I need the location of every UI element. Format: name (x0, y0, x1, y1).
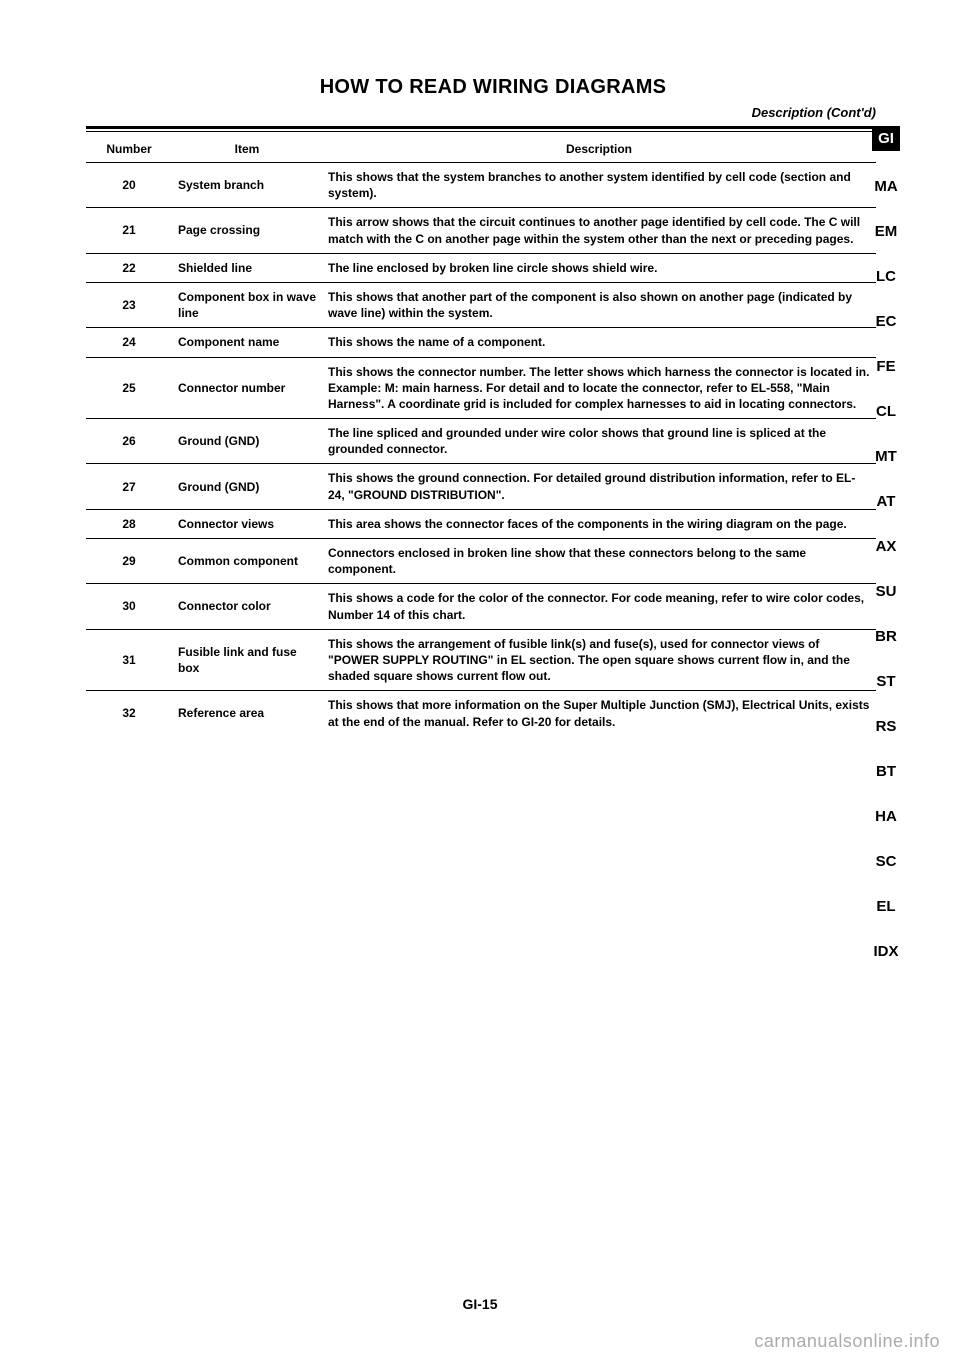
page-number: GI-15 (0, 1296, 960, 1312)
table-row: 24Component nameThis shows the name of a… (86, 328, 876, 357)
table-body: 20System branchThis shows that the syste… (86, 163, 876, 736)
divider-thick (86, 126, 876, 129)
section-tab-gi[interactable]: GI (872, 126, 900, 151)
section-tab-fe[interactable]: FE (872, 359, 900, 374)
cell-description: This arrow shows that the circuit contin… (322, 208, 876, 253)
cell-item: Fusible link and fuse box (172, 629, 322, 691)
page-title: HOW TO READ WIRING DIAGRAMS (86, 76, 900, 99)
cell-description: This shows the connector number. The let… (322, 357, 876, 419)
cell-description: The line spliced and grounded under wire… (322, 419, 876, 464)
cell-number: 27 (86, 464, 172, 509)
table-row: 21Page crossingThis arrow shows that the… (86, 208, 876, 253)
cell-description: This shows that more information on the … (322, 691, 876, 736)
cell-number: 21 (86, 208, 172, 253)
section-tab-idx[interactable]: IDX (872, 944, 900, 959)
col-header-number: Number (86, 136, 172, 163)
section-tab-ma[interactable]: MA (872, 179, 900, 194)
divider-thin (86, 131, 876, 132)
cell-description: This shows the arrangement of fusible li… (322, 629, 876, 691)
cell-number: 31 (86, 629, 172, 691)
table-row: 28Connector viewsThis area shows the con… (86, 509, 876, 538)
cell-description: The line enclosed by broken line circle … (322, 253, 876, 282)
section-tab-br[interactable]: BR (872, 629, 900, 644)
table-row: 30Connector colorThis shows a code for t… (86, 584, 876, 629)
description-table: Number Item Description 20System branchT… (86, 136, 876, 736)
cell-number: 20 (86, 163, 172, 208)
cell-number: 32 (86, 691, 172, 736)
cell-number: 28 (86, 509, 172, 538)
cell-item: Connector color (172, 584, 322, 629)
cell-item: Page crossing (172, 208, 322, 253)
cell-description: This shows the ground connection. For de… (322, 464, 876, 509)
table-row: 31Fusible link and fuse boxThis shows th… (86, 629, 876, 691)
section-tabs: GIMAEMLCECFECLMTATAXSUBRSTRSBTHASCELIDX (872, 130, 900, 989)
cell-item: Connector views (172, 509, 322, 538)
cell-number: 22 (86, 253, 172, 282)
section-tab-su[interactable]: SU (872, 584, 900, 599)
cell-number: 23 (86, 282, 172, 327)
table-row: 22Shielded lineThe line enclosed by brok… (86, 253, 876, 282)
cell-description: This shows that another part of the comp… (322, 282, 876, 327)
cell-description: Connectors enclosed in broken line show … (322, 539, 876, 584)
section-tab-mt[interactable]: MT (872, 449, 900, 464)
cell-description: This shows a code for the color of the c… (322, 584, 876, 629)
cell-item: Ground (GND) (172, 419, 322, 464)
section-tab-ha[interactable]: HA (872, 809, 900, 824)
table-row: 26Ground (GND)The line spliced and groun… (86, 419, 876, 464)
cell-item: Common component (172, 539, 322, 584)
cell-number: 29 (86, 539, 172, 584)
table-row: 29Common componentConnectors enclosed in… (86, 539, 876, 584)
cell-item: Component name (172, 328, 322, 357)
cell-item: Connector number (172, 357, 322, 419)
page-subtitle: Description (Cont'd) (86, 105, 876, 120)
col-header-item: Item (172, 136, 322, 163)
col-header-description: Description (322, 136, 876, 163)
cell-item: System branch (172, 163, 322, 208)
section-tab-st[interactable]: ST (872, 674, 900, 689)
cell-number: 26 (86, 419, 172, 464)
section-tab-at[interactable]: AT (872, 494, 900, 509)
section-tab-em[interactable]: EM (872, 224, 900, 239)
cell-number: 25 (86, 357, 172, 419)
cell-description: This shows the name of a component. (322, 328, 876, 357)
cell-description: This area shows the connector faces of t… (322, 509, 876, 538)
section-tab-ax[interactable]: AX (872, 539, 900, 554)
section-tab-rs[interactable]: RS (872, 719, 900, 734)
section-tab-el[interactable]: EL (872, 899, 900, 914)
section-tab-ec[interactable]: EC (872, 314, 900, 329)
table-row: 32Reference areaThis shows that more inf… (86, 691, 876, 736)
cell-item: Component box in wave line (172, 282, 322, 327)
table-row: 23Component box in wave lineThis shows t… (86, 282, 876, 327)
section-tab-bt[interactable]: BT (872, 764, 900, 779)
watermark: carmanualsonline.info (754, 1331, 940, 1352)
section-tab-sc[interactable]: SC (872, 854, 900, 869)
cell-number: 30 (86, 584, 172, 629)
document-page: HOW TO READ WIRING DIAGRAMS Description … (0, 0, 960, 1358)
section-tab-cl[interactable]: CL (872, 404, 900, 419)
cell-item: Reference area (172, 691, 322, 736)
cell-number: 24 (86, 328, 172, 357)
cell-description: This shows that the system branches to a… (322, 163, 876, 208)
section-tab-lc[interactable]: LC (872, 269, 900, 284)
cell-item: Shielded line (172, 253, 322, 282)
table-row: 27Ground (GND)This shows the ground conn… (86, 464, 876, 509)
table-row: 20System branchThis shows that the syste… (86, 163, 876, 208)
cell-item: Ground (GND) (172, 464, 322, 509)
table-row: 25Connector numberThis shows the connect… (86, 357, 876, 419)
